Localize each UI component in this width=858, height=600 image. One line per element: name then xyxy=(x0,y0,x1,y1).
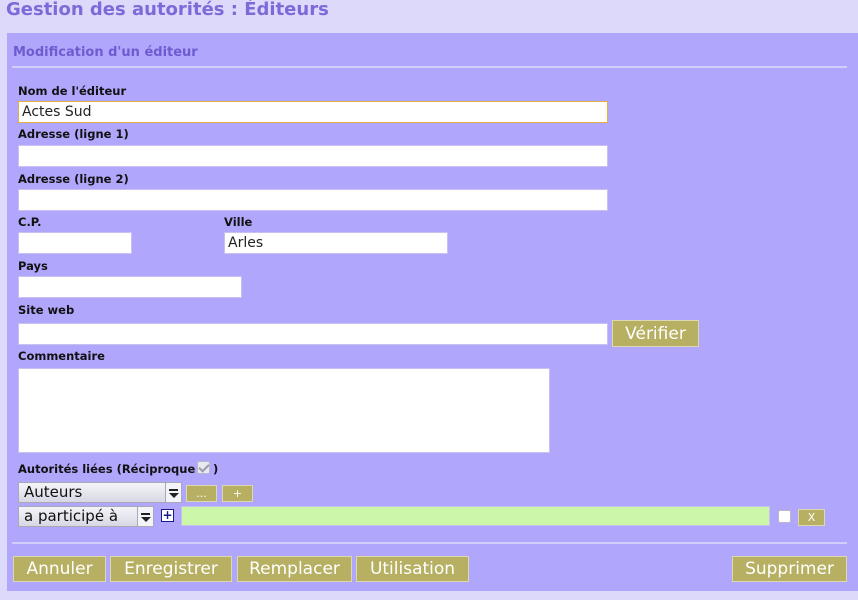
linked-authorities-label: Autorités liées (Réciproque xyxy=(18,462,195,476)
linked-authorities-label-close: ) xyxy=(213,462,219,476)
address1-label: Adresse (ligne 1) xyxy=(18,127,129,141)
browse-button[interactable]: ... xyxy=(186,485,217,502)
country-input[interactable] xyxy=(18,276,242,298)
comment-textarea[interactable] xyxy=(18,368,550,453)
divider-bottom xyxy=(12,542,847,544)
divider-top xyxy=(12,66,847,68)
linked-authority-input[interactable] xyxy=(181,506,770,526)
replace-button[interactable]: Remplacer xyxy=(237,556,352,582)
plus-icon[interactable]: + xyxy=(161,509,174,522)
add-link-button[interactable]: + xyxy=(222,485,253,502)
website-label: Site web xyxy=(18,303,75,317)
cancel-button[interactable]: Annuler xyxy=(13,556,106,582)
remove-link-button[interactable]: X xyxy=(798,509,825,526)
form-title: Modification d'un éditeur xyxy=(13,45,198,60)
usage-button[interactable]: Utilisation xyxy=(356,556,469,582)
reciprocal-checkbox[interactable] xyxy=(197,461,210,474)
dropdown-arrow-icon xyxy=(165,483,181,502)
relation-type-select[interactable]: a participé à xyxy=(18,506,154,527)
postal-code-label: C.P. xyxy=(18,215,42,229)
address1-input[interactable] xyxy=(18,145,608,167)
address2-input[interactable] xyxy=(18,189,608,211)
verify-button[interactable]: Vérifier xyxy=(612,320,699,347)
authority-type-select[interactable]: Auteurs xyxy=(18,482,182,503)
page-title: Gestion des autorités : Éditeurs xyxy=(6,0,329,20)
website-input[interactable] xyxy=(18,323,608,345)
comment-label: Commentaire xyxy=(18,349,105,363)
linked-authorities-text: Autorités liées (Réciproque xyxy=(18,462,196,476)
city-input[interactable] xyxy=(224,232,448,254)
edit-publisher-form: Modification d'un éditeur Nom de l'édite… xyxy=(7,33,858,591)
link-checkbox[interactable] xyxy=(778,510,791,523)
city-label: Ville xyxy=(224,215,253,229)
delete-button[interactable]: Supprimer xyxy=(732,556,847,582)
address2-label: Adresse (ligne 2) xyxy=(18,172,129,186)
publisher-name-label: Nom de l'éditeur xyxy=(18,84,127,98)
relation-type-value: a participé à xyxy=(24,507,119,525)
postal-code-input[interactable] xyxy=(18,232,132,254)
country-label: Pays xyxy=(18,259,48,273)
save-button[interactable]: Enregistrer xyxy=(110,556,232,582)
dropdown-arrow-icon xyxy=(137,507,153,526)
publisher-name-input[interactable] xyxy=(18,101,608,123)
authority-type-value: Auteurs xyxy=(24,483,83,501)
